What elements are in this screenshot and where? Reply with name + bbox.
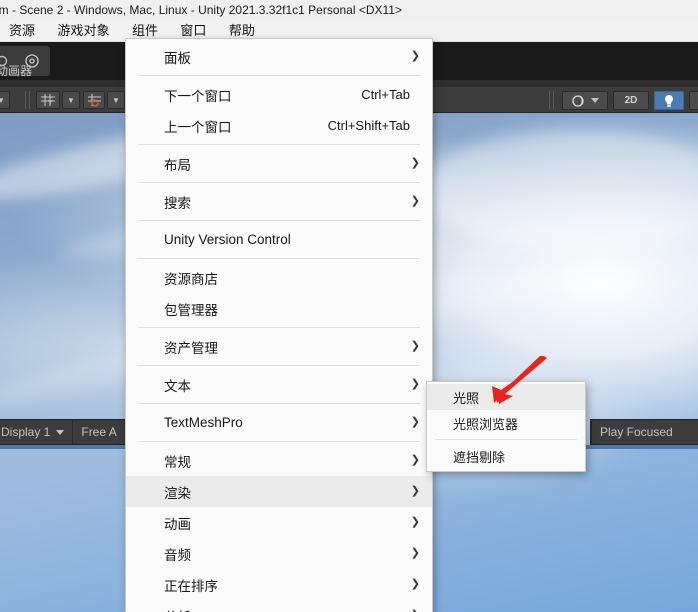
play-mode-toolbar: Play Focused — [590, 419, 698, 445]
aspect-ratio-label: Free A — [81, 425, 117, 439]
submenu-item-lighting[interactable]: 光照 — [427, 384, 585, 410]
animator-panel-tab-label[interactable]: 动画器 — [0, 62, 32, 79]
menu-item-label: Unity Version Control — [164, 232, 291, 247]
scene-shading-mode-dropdown[interactable] — [562, 91, 608, 110]
menu-item-panel[interactable]: 面板 — [126, 41, 432, 72]
play-mode-label: Play Focused — [600, 425, 673, 439]
menu-item-label: 遮挡剔除 — [453, 449, 506, 465]
chevron-right-icon — [411, 546, 420, 559]
animator-dropdown-1[interactable]: ▼ — [62, 91, 80, 109]
shading-sphere-icon — [571, 94, 584, 107]
menu-item-label: 光照 — [453, 390, 480, 406]
chevron-right-icon — [411, 484, 420, 497]
menu-item-label: 搜索 — [164, 195, 191, 211]
chevron-down-icon — [56, 429, 65, 435]
menu-separator — [138, 403, 420, 404]
toolbar-divider-1 — [25, 91, 26, 109]
menu-item-label: 正在排序 — [164, 578, 218, 594]
animator-tool-caret-1[interactable]: ▼ — [0, 91, 10, 109]
svg-text:Y: Y — [48, 100, 53, 107]
menu-item-next-window[interactable]: 下一个窗口 Ctrl+Tab — [126, 79, 432, 110]
submenu-item-occlusion-culling[interactable]: 遮挡剔除 — [427, 443, 585, 469]
chevron-right-icon — [411, 156, 420, 169]
menu-item-previous-window[interactable]: 上一个窗口 Ctrl+Shift+Tab — [126, 110, 432, 141]
menu-separator — [138, 441, 420, 442]
menu-item-label: 布局 — [164, 157, 191, 173]
menu-item-label: 动画 — [164, 516, 191, 532]
submenu-item-light-explorer[interactable]: 光照浏览器 — [427, 410, 585, 436]
chevron-right-icon — [411, 415, 420, 428]
menu-item-rendering[interactable]: 渲染 — [126, 476, 432, 507]
menu-item-package-manager[interactable]: 包管理器 — [126, 293, 432, 324]
menu-item-label: 包管理器 — [164, 302, 218, 318]
menu-separator — [138, 182, 420, 183]
display-dropdown-label: Display 1 — [1, 425, 51, 439]
menu-separator — [138, 258, 420, 259]
menu-item-asset-management[interactable]: 资产管理 — [126, 331, 432, 362]
menu-item-shortcut: Ctrl+Shift+Tab — [327, 118, 410, 133]
menu-item-label: 渲染 — [164, 485, 191, 501]
keyframe-grid-icon: Y — [41, 94, 55, 107]
chevron-right-icon — [411, 194, 420, 207]
menu-item-label: 音频 — [164, 547, 191, 563]
menu-item-shortcut: Ctrl+Tab — [361, 87, 410, 102]
rendering-submenu: 光照 光照浏览器 遮挡剔除 — [426, 381, 586, 472]
menu-item-label: TextMeshPro — [164, 415, 243, 430]
menu-item-asset-store[interactable]: 资源商店 — [126, 262, 432, 293]
chevron-right-icon — [411, 577, 420, 590]
animator-dropdown-2[interactable]: ▼ — [107, 91, 125, 109]
menu-item-label: 上一个窗口 — [164, 119, 232, 135]
animator-key-curve-icon[interactable] — [83, 91, 105, 109]
menu-item-label: 资源商店 — [164, 271, 218, 287]
unity-editor-window: em - Scene 2 - Windows, Mac, Linux - Uni… — [0, 0, 698, 612]
chevron-right-icon — [411, 377, 420, 390]
animator-key-y-icon[interactable]: Y — [36, 91, 60, 109]
chevron-right-icon — [411, 608, 420, 612]
scene-audio-mute-toggle[interactable] — [689, 91, 698, 110]
menu-item-label: 光照浏览器 — [453, 416, 519, 432]
menu-item-label: 常规 — [164, 454, 191, 470]
chevron-right-icon — [411, 453, 420, 466]
menu-separator — [435, 439, 577, 440]
title-bar: em - Scene 2 - Windows, Mac, Linux - Uni… — [0, 0, 698, 20]
menubar-item-assets[interactable]: 资源 — [0, 20, 44, 42]
menu-item-label: 分析 — [164, 606, 191, 612]
window-menu-dropdown: 面板 下一个窗口 Ctrl+Tab 上一个窗口 Ctrl+Shift+Tab 布… — [125, 38, 433, 612]
chevron-right-icon — [411, 515, 420, 528]
scene-toolbar-divider-1 — [549, 91, 550, 109]
menu-item-layouts[interactable]: 布局 — [126, 148, 432, 179]
menu-item-audio[interactable]: 音频 — [126, 538, 432, 569]
menu-item-label: 面板 — [164, 50, 191, 66]
chevron-down-icon — [590, 98, 599, 103]
menu-separator — [138, 327, 420, 328]
menu-item-sequencing[interactable]: 正在排序 — [126, 569, 432, 600]
menu-item-animation[interactable]: 动画 — [126, 507, 432, 538]
display-dropdown[interactable]: Display 1 — [0, 420, 72, 444]
scene-2d-toggle[interactable]: 2D — [613, 91, 649, 110]
menu-separator — [138, 365, 420, 366]
menubar-item-gameobject[interactable]: 游戏对象 — [48, 20, 118, 42]
menu-item-label: 资产管理 — [164, 340, 218, 356]
play-focused-dropdown[interactable]: Play Focused — [592, 420, 681, 444]
menu-item-general[interactable]: 常规 — [126, 445, 432, 476]
chevron-right-icon — [411, 49, 420, 62]
menu-item-label: 文本 — [164, 378, 191, 394]
menu-item-textmeshpro[interactable]: TextMeshPro — [126, 407, 432, 438]
menu-item-analysis[interactable]: 分析 — [126, 600, 432, 612]
menu-item-text[interactable]: 文本 — [126, 369, 432, 400]
keyframe-curve-icon — [87, 94, 101, 107]
scene-lighting-toggle[interactable] — [654, 91, 684, 110]
aspect-ratio-dropdown[interactable]: Free A — [73, 420, 124, 444]
menu-separator — [138, 75, 420, 76]
menu-item-unity-version-control[interactable]: Unity Version Control — [126, 224, 432, 255]
menu-item-label: 下一个窗口 — [164, 88, 232, 104]
chevron-right-icon — [411, 339, 420, 352]
scene-toolbar-divider-2 — [553, 91, 554, 109]
window-title: em - Scene 2 - Windows, Mac, Linux - Uni… — [0, 3, 402, 17]
menu-separator — [138, 144, 420, 145]
menu-item-search[interactable]: 搜索 — [126, 186, 432, 217]
menu-separator — [138, 220, 420, 221]
lightbulb-icon — [665, 94, 673, 107]
toolbar-divider-2 — [29, 91, 30, 109]
